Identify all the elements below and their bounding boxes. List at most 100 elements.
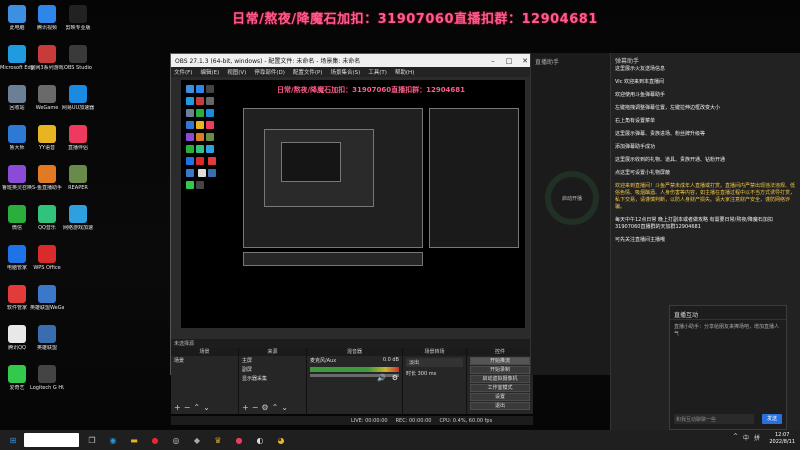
windows-start-icon[interactable]: ⊞ [5, 433, 21, 447]
dialog-title: 直播互动 [670, 306, 786, 320]
desktop-shortcut[interactable]: 鲁班英灵召唤 [0, 162, 34, 202]
start-recording-button[interactable]: 开始录制 [470, 366, 530, 374]
game-icon[interactable]: ♛ [210, 433, 226, 447]
source-item[interactable]: 主屏 [239, 356, 306, 365]
settings-button[interactable]: 设置 [470, 393, 530, 401]
obs-icon [69, 45, 87, 63]
desktop-shortcut[interactable]: Microsoft Edge [0, 42, 34, 82]
obs-title-bar[interactable]: OBS 27.1.3 (64-bit, windows) - 配置文件: 未命名… [171, 54, 533, 67]
desktop-shortcut[interactable]: 软件管家 [0, 282, 34, 322]
desktop-shortcut[interactable]: 微信 [0, 202, 34, 242]
desktop-shortcut[interactable]: WPS Office [30, 242, 64, 282]
explorer-icon[interactable]: ▬ [126, 433, 142, 447]
start-streaming-button[interactable]: 开始推流 [470, 357, 530, 365]
taskbar-search-box[interactable] [24, 433, 79, 447]
desktop-shortcut[interactable]: 网络游戏加速 [61, 202, 95, 242]
chrome-icon[interactable]: ● [147, 433, 163, 447]
capcut-icon [69, 5, 87, 23]
sources-dock: 来源 主屏 副屏 显示器采集 +−⚙⌃⌄ [239, 348, 307, 414]
desktop-shortcut-label: 网络游戏加速 [62, 225, 93, 231]
task-view-icon[interactable]: ❐ [84, 433, 100, 447]
transition-duration[interactable]: 时长 300 ms [403, 369, 466, 378]
desktop-shortcut[interactable]: 英雄联盟WeGame版 [30, 282, 64, 322]
logitech-icon [38, 365, 56, 383]
desktop-shortcut[interactable]: 腾讯视频 [30, 2, 64, 42]
source-dock-toolbar[interactable]: +−⚙⌃⌄ [242, 403, 291, 412]
desktop-shortcut[interactable]: 此电脑 [0, 2, 34, 42]
chat-message: 欢迎来到直播间！斗鱼严禁未成年人直播或打赏。直播间内严禁出现违法违规、低俗色情、… [615, 183, 796, 210]
qq-icon[interactable]: ◐ [252, 433, 268, 447]
studio-mode-button[interactable]: 工作室模式 [470, 384, 530, 392]
obs-menu-item[interactable]: 场景集合(S) [330, 68, 360, 76]
desktop-icon-column-1: 此电脑 Microsoft Edge 回收站 鲁大师 鲁班英灵召唤 微信电脑管家软件管家腾… [0, 2, 34, 402]
desktop-shortcut[interactable]: REAPER [61, 162, 95, 202]
desktop-shortcut[interactable]: WeGame [30, 82, 64, 122]
desktop-shortcut[interactable]: S-鱼直播助手 [30, 162, 64, 202]
obs-menu-bar: 文件(F) 编辑(E) 视图(V) 停靠部件(D) 配置文件(P) 场景集合(S) 工具(T… [171, 67, 533, 77]
chat-message: 每天中午12点日常 晚上打副本或者做攻略 有需要日常/熬夜/降魔石加扣31907… [615, 217, 773, 230]
obs-menu-item[interactable]: 视图(V) [227, 68, 246, 76]
desktop-shortcut-label: 电脑管家 [6, 265, 27, 271]
source-item[interactable]: 显示器采集 [239, 374, 306, 383]
taskbar-clock[interactable]: 12:07 2022/8/11 [769, 432, 795, 446]
desktop-shortcut[interactable]: 电脑管家 [0, 242, 34, 282]
software-icon [8, 285, 26, 303]
start-live-ring-button[interactable]: 启动开播 [545, 171, 599, 225]
mixer-dock: 混音器 麦克风/Aux 0.0 dB 🔊 ⚙ [307, 348, 403, 414]
obs-menu-item[interactable]: 文件(F) [174, 68, 192, 76]
mixer-volume-meter [310, 367, 399, 372]
speaker-icon[interactable]: 🔊 [377, 374, 386, 382]
desktop-shortcut[interactable]: 回收站 [0, 82, 34, 122]
desktop-shortcut[interactable]: YY语音 [30, 122, 64, 162]
obs-menu-item[interactable]: 配置文件(P) [293, 68, 323, 76]
chat-message: 欢迎使用斗鱼弹幕助手 [615, 92, 666, 98]
obs-menu-item[interactable]: 停靠部件(D) [254, 68, 285, 76]
desktop-shortcut[interactable]: Logitech G HUB [30, 362, 64, 402]
nested-obs-capture-2 [264, 129, 374, 207]
obs-menu-item[interactable]: 工具(T) [368, 68, 387, 76]
yy-icon[interactable]: ◕ [273, 433, 289, 447]
uu-icon [69, 85, 87, 103]
booster-icon [69, 205, 87, 223]
edge-icon[interactable]: ◉ [105, 433, 121, 447]
cpu-fps: CPU: 0.4%, 60.00 fps [439, 417, 493, 424]
gear-icon[interactable]: ⚙ [392, 374, 398, 382]
chat-message: 这里展示收到的礼物、道具、贵族开通、钻粉开通 [615, 157, 726, 163]
live-companion-icon[interactable]: ● [231, 433, 247, 447]
exit-button[interactable]: 退出 [470, 402, 530, 410]
chat-header: 弹幕助手 [615, 58, 640, 65]
desktop-shortcut[interactable]: 英雄联盟 [30, 322, 64, 362]
desktop-shortcut[interactable]: 剪映专业版 [61, 2, 95, 42]
ludashi-icon [8, 125, 26, 143]
chat-message: 点这里可设置小礼物屏蔽 [615, 170, 671, 176]
desktop-shortcut[interactable]: 腾讯QQ [0, 322, 34, 362]
obs-window[interactable]: OBS 27.1.3 (64-bit, windows) - 配置文件: 未命名… [170, 53, 534, 425]
virtual-camera-button[interactable]: 启动虚拟摄像机 [470, 375, 530, 383]
minimize-icon[interactable]: – [485, 57, 501, 65]
desktop-shortcut[interactable]: OBS Studio [61, 42, 95, 82]
desktop-shortcut[interactable]: 网易UU加速器 [61, 82, 95, 122]
source-item[interactable]: 副屏 [239, 365, 306, 374]
tray-item[interactable]: 中 [743, 433, 749, 442]
obs-menu-item[interactable]: 编辑(E) [200, 68, 219, 76]
transition-select[interactable]: 淡出 [406, 358, 463, 367]
desktop-shortcut[interactable]: 鲁大师 [0, 122, 34, 162]
desktop-shortcut[interactable]: 直播伴侣 [61, 122, 95, 162]
maximize-icon[interactable]: □ [501, 57, 517, 65]
scene-item[interactable]: 场景 [171, 356, 238, 365]
desktop-shortcut[interactable]: 剑网3系列游戏 [30, 42, 64, 82]
tray-item[interactable]: ^ [733, 433, 738, 442]
obs-preview[interactable]: 日常/熬夜/降魔石加扣：31907060直播扣群：12904681 [181, 80, 525, 328]
dialog-input[interactable]: 和我互动聊聊一些 [674, 414, 754, 424]
desktop-shortcut[interactable]: 爱奇艺 [0, 362, 34, 402]
wegame-icon[interactable]: ◆ [189, 433, 205, 447]
obs-icon[interactable]: ◎ [168, 433, 184, 447]
recycle-bin-icon [8, 85, 26, 103]
reaper-icon [69, 165, 87, 183]
tray-item[interactable]: 拼 [754, 433, 760, 442]
desktop-shortcut[interactable]: QQ音乐 [30, 202, 64, 242]
send-button[interactable]: 发送 [762, 414, 782, 424]
transitions-dock-title: 场景转场 [403, 348, 466, 356]
scene-dock-toolbar[interactable]: +−⌃⌄ [174, 403, 213, 412]
obs-menu-item[interactable]: 帮助(H) [395, 68, 414, 76]
